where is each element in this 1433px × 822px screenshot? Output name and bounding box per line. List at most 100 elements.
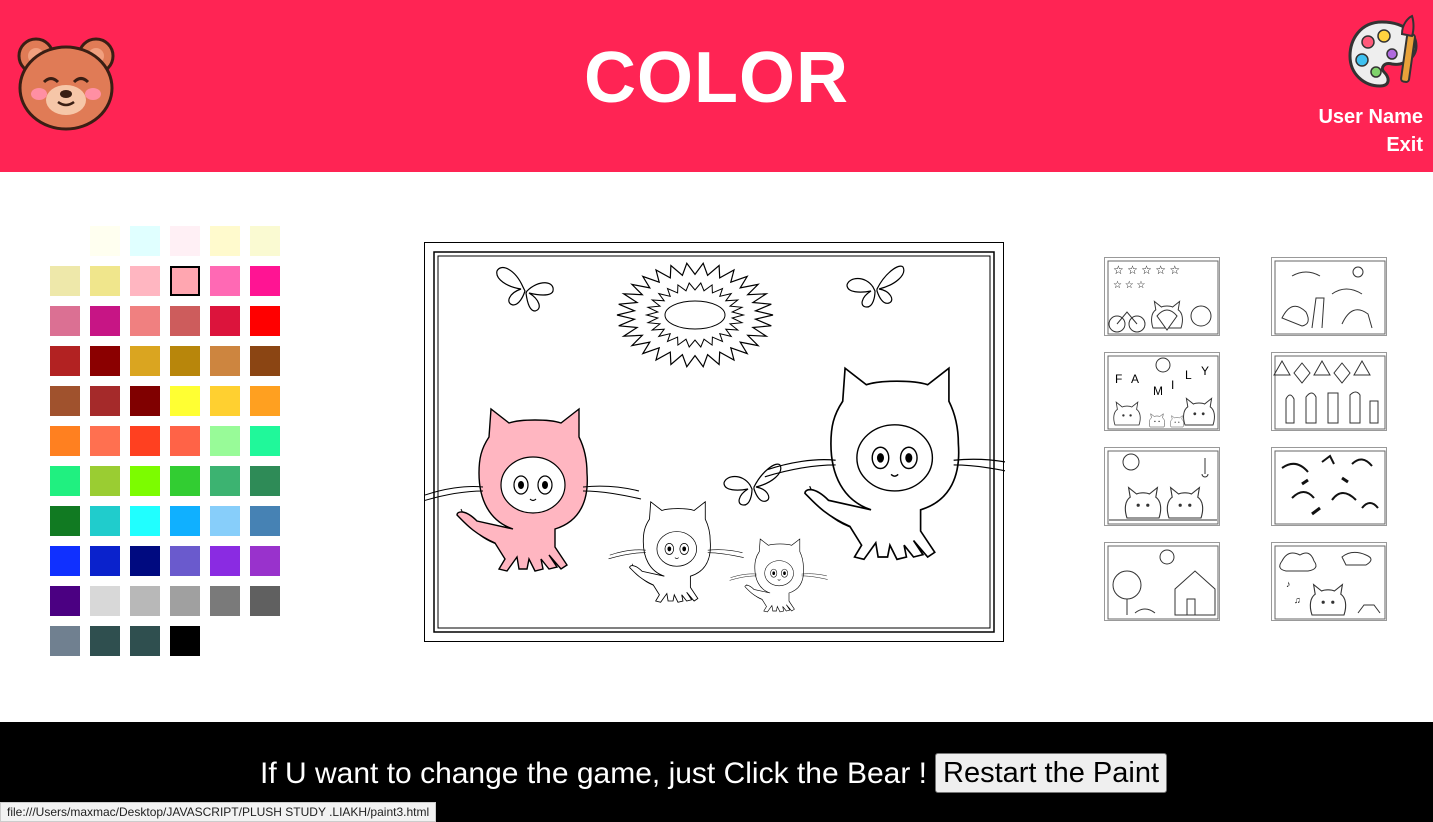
sun-shape[interactable] [616, 262, 774, 368]
thumb-rainy-bear[interactable]: ♪ ♫ [1271, 542, 1387, 621]
color-swatch[interactable] [50, 626, 80, 656]
user-name-link[interactable]: User Name [1318, 106, 1423, 129]
footer-message: If U want to change the game, just Click… [260, 757, 928, 790]
thumb-chess[interactable] [1271, 352, 1387, 431]
butterfly-shape[interactable] [496, 266, 554, 312]
svg-text:♪: ♪ [1286, 579, 1291, 589]
color-swatch[interactable] [50, 306, 80, 336]
color-swatch[interactable] [130, 586, 160, 616]
restart-paint-button[interactable]: Restart the Paint [935, 753, 1167, 793]
color-swatch[interactable] [50, 386, 80, 416]
page-title: COLOR [584, 38, 849, 118]
color-swatch[interactable] [130, 426, 160, 456]
color-swatch[interactable] [170, 386, 200, 416]
color-swatch[interactable] [50, 226, 80, 256]
color-swatch[interactable] [130, 386, 160, 416]
color-swatch[interactable] [50, 586, 80, 616]
color-swatch[interactable] [130, 306, 160, 336]
color-swatch[interactable] [170, 306, 200, 336]
color-swatch[interactable] [90, 346, 120, 376]
color-swatch[interactable] [250, 226, 280, 256]
color-swatch[interactable] [90, 466, 120, 496]
thumb-bicycle-family[interactable]: ☆ ☆ ☆ ☆ ☆ ☆ ☆ ☆ [1104, 257, 1220, 336]
svg-text:☆ ☆ ☆ ☆ ☆: ☆ ☆ ☆ ☆ ☆ [1113, 263, 1180, 277]
color-swatch[interactable] [90, 506, 120, 536]
svg-text:L: L [1185, 368, 1192, 382]
thumb-animals[interactable] [1271, 257, 1387, 336]
exit-link[interactable]: Exit [1386, 134, 1423, 157]
octocat-shape[interactable] [764, 366, 1005, 561]
color-swatch[interactable] [50, 346, 80, 376]
svg-text:Y: Y [1201, 364, 1209, 378]
color-swatch[interactable] [90, 266, 120, 296]
color-swatch[interactable] [210, 346, 240, 376]
color-swatch[interactable] [250, 506, 280, 536]
color-swatch[interactable] [50, 506, 80, 536]
color-swatch[interactable] [50, 426, 80, 456]
color-swatch[interactable] [130, 266, 160, 296]
color-swatch[interactable] [250, 346, 280, 376]
picture-selector: ☆ ☆ ☆ ☆ ☆ ☆ ☆ ☆ F A M I L Y ♪ ♫ [1104, 257, 1389, 623]
color-palette [50, 226, 290, 656]
octocat-shape-pink[interactable] [425, 407, 642, 572]
color-swatch[interactable] [130, 546, 160, 576]
octocat-shape[interactable] [729, 538, 828, 613]
color-swatch[interactable] [170, 426, 200, 456]
color-swatch[interactable] [50, 466, 80, 496]
color-swatch[interactable] [250, 546, 280, 576]
color-swatch[interactable] [210, 586, 240, 616]
color-swatch[interactable] [210, 266, 240, 296]
color-swatch[interactable] [170, 506, 200, 536]
color-swatch[interactable] [90, 546, 120, 576]
color-swatch[interactable] [170, 546, 200, 576]
svg-text:M: M [1153, 384, 1163, 398]
color-swatch[interactable] [90, 426, 120, 456]
color-swatch[interactable] [250, 426, 280, 456]
octocat-shape[interactable] [608, 500, 744, 603]
color-swatch[interactable] [210, 226, 240, 256]
color-swatch[interactable] [210, 426, 240, 456]
color-swatch[interactable] [250, 266, 280, 296]
thumb-birds[interactable] [1271, 447, 1387, 526]
svg-text:☆ ☆ ☆: ☆ ☆ ☆ [1113, 280, 1145, 291]
color-swatch[interactable] [130, 226, 160, 256]
status-bar-url: file:///Users/maxmac/Desktop/JAVASCRIPT/… [0, 802, 437, 822]
color-swatch[interactable] [90, 226, 120, 256]
color-swatch[interactable] [170, 226, 200, 256]
color-swatch[interactable] [90, 626, 120, 656]
color-swatch[interactable] [90, 586, 120, 616]
color-swatch[interactable] [210, 386, 240, 416]
color-swatch[interactable] [130, 346, 160, 376]
header-bar: COLOR User Name Exit [0, 0, 1433, 172]
color-swatch[interactable] [210, 466, 240, 496]
butterfly-shape[interactable] [723, 463, 782, 506]
color-swatch[interactable] [170, 586, 200, 616]
color-swatch[interactable] [170, 266, 200, 296]
color-swatch[interactable] [250, 386, 280, 416]
color-swatch[interactable] [90, 306, 120, 336]
color-swatch[interactable] [210, 306, 240, 336]
color-swatch[interactable] [250, 586, 280, 616]
color-swatch[interactable] [250, 306, 280, 336]
thumb-house-tree[interactable] [1104, 542, 1220, 621]
color-swatch[interactable] [130, 506, 160, 536]
color-swatch[interactable] [130, 466, 160, 496]
svg-text:F: F [1115, 372, 1122, 386]
color-swatch[interactable] [50, 266, 80, 296]
color-swatch[interactable] [170, 626, 200, 656]
color-swatch[interactable] [170, 466, 200, 496]
color-swatch[interactable] [170, 346, 200, 376]
svg-text:A: A [1131, 372, 1139, 386]
color-swatch[interactable] [90, 386, 120, 416]
thumb-bears-summer[interactable] [1104, 447, 1220, 526]
thumb-family[interactable]: F A M I L Y [1104, 352, 1220, 431]
svg-text:I: I [1171, 378, 1174, 392]
color-swatch[interactable] [250, 466, 280, 496]
color-swatch[interactable] [130, 626, 160, 656]
svg-text:♫: ♫ [1294, 595, 1301, 605]
color-swatch[interactable] [210, 546, 240, 576]
coloring-canvas[interactable] [424, 242, 1005, 642]
butterfly-shape[interactable] [846, 265, 905, 308]
color-swatch[interactable] [50, 546, 80, 576]
color-swatch[interactable] [210, 506, 240, 536]
